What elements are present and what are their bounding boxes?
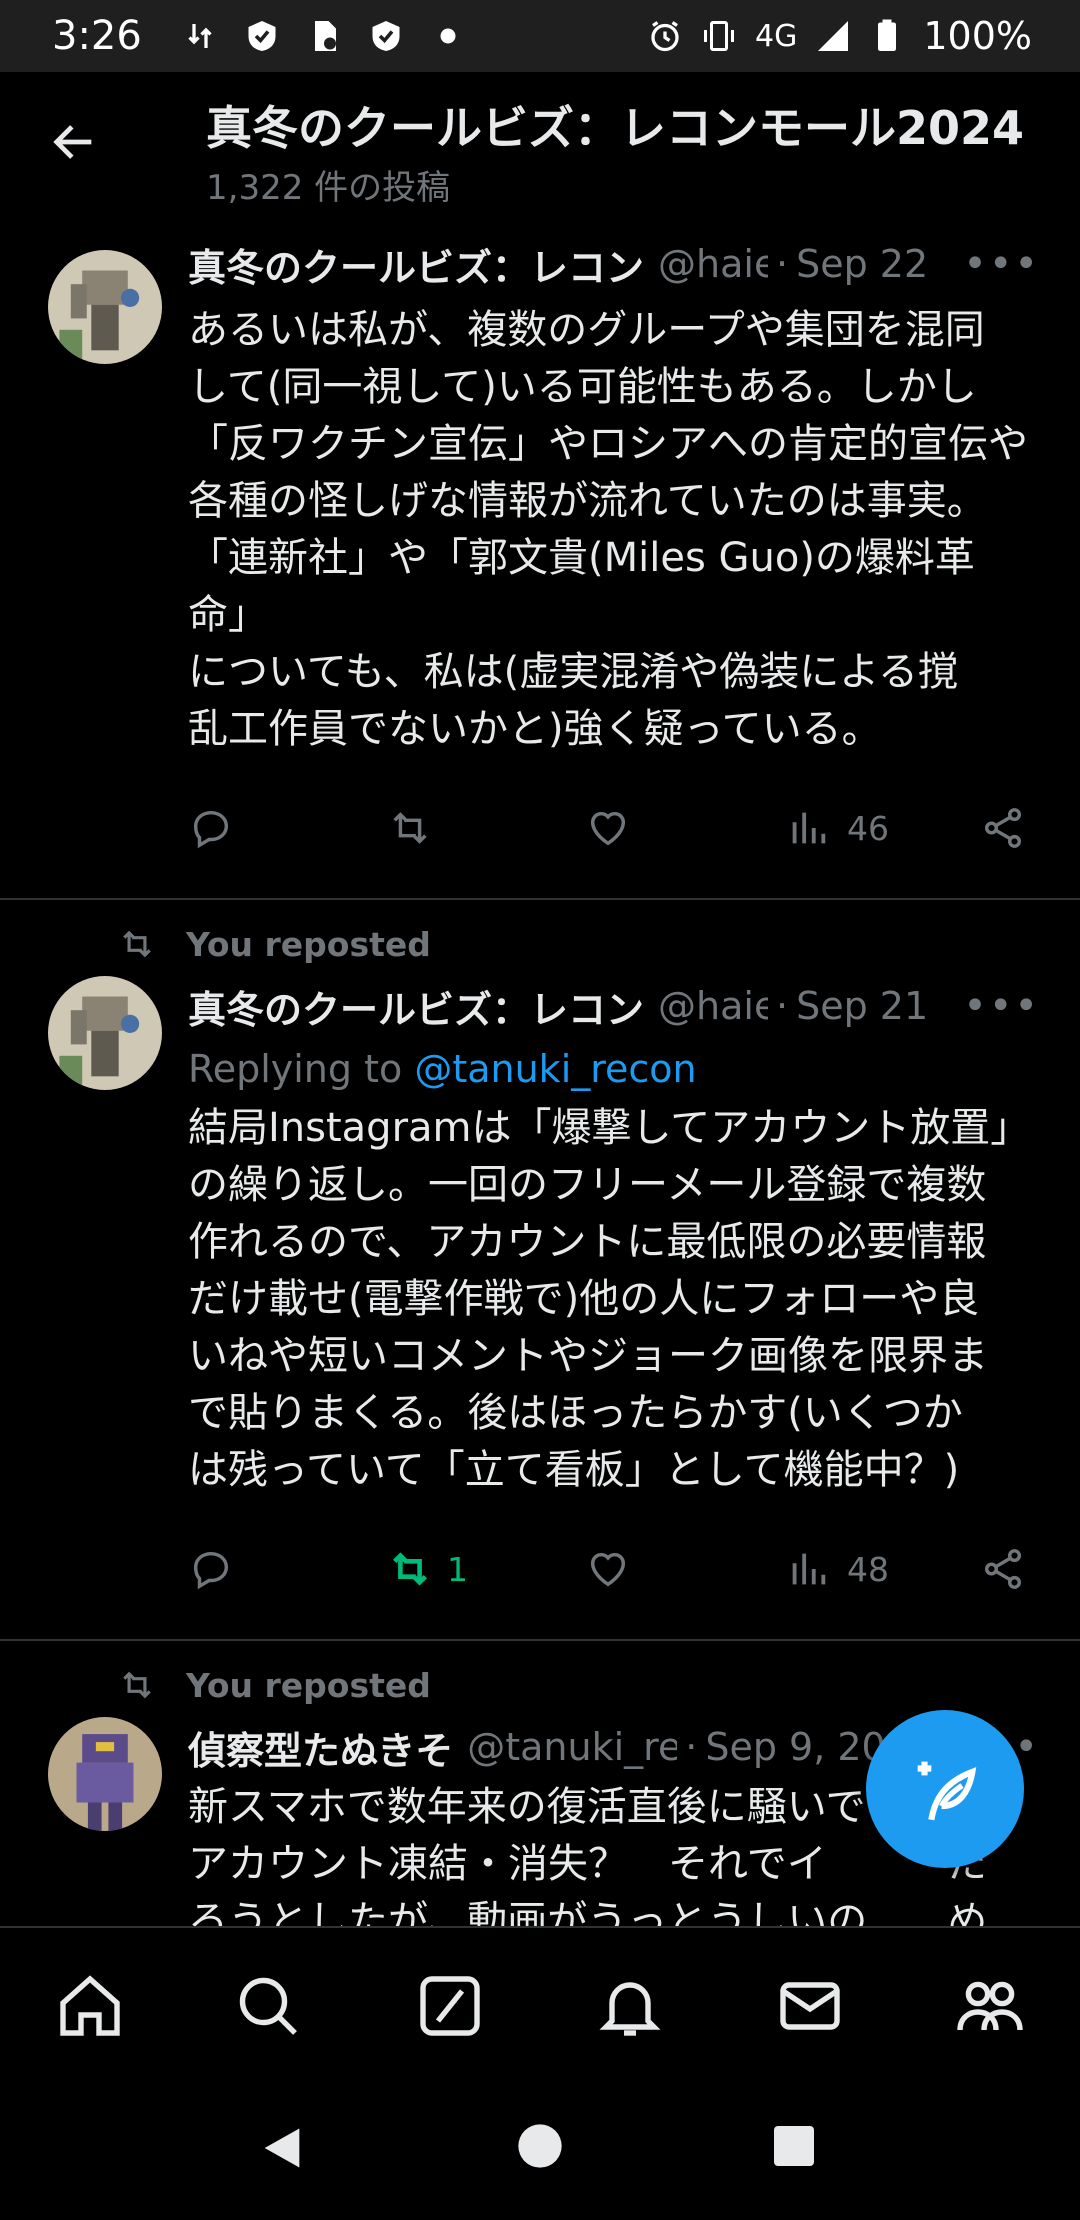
- heart-icon: [590, 811, 626, 846]
- reply-button[interactable]: [188, 1546, 234, 1592]
- messages-icon[interactable]: [774, 1970, 846, 2042]
- home-icon[interactable]: [54, 1970, 126, 2042]
- repost-button[interactable]: 1: [385, 1546, 468, 1592]
- sd-card-icon: [314, 21, 336, 51]
- post-date[interactable]: Sep 22: [796, 242, 928, 286]
- replying-to-link[interactable]: @tanuki_recon: [414, 1047, 696, 1091]
- heart-icon: [590, 1552, 626, 1587]
- grok-icon[interactable]: [414, 1970, 486, 2042]
- views-button[interactable]: 46: [785, 805, 889, 851]
- reply-icon: [193, 1551, 229, 1590]
- status-bar: 3:26 4G 100%: [0, 0, 1080, 72]
- separator: ·: [685, 1725, 698, 1769]
- back-arrow-icon[interactable]: [48, 116, 100, 168]
- views-button[interactable]: 48: [785, 1546, 889, 1592]
- post[interactable]: 真冬のクールビズ：レコン @haie · Sep 22 ••• あるいは私が、複…: [0, 212, 1080, 900]
- author-name[interactable]: 真冬のクールビズ：レコン: [188, 979, 644, 1034]
- post-meta: 真冬のクールビズ：レコン @haie · Sep 21 •••: [188, 974, 1040, 1038]
- shield-icon: [372, 21, 400, 51]
- nav-back-icon[interactable]: [256, 2120, 308, 2176]
- battery-percent: 100%: [923, 14, 1032, 58]
- post-text: あるいは私が、複数のグループや集団を混同 して(同一視して)いる可能性もある。し…: [188, 307, 1028, 752]
- post-count: 1,322 件の投稿: [206, 168, 451, 208]
- compose-post-button[interactable]: [866, 1710, 1024, 1868]
- more-options-icon[interactable]: •••: [963, 241, 1040, 287]
- page-title: 真冬のクールビズ：レコンモール2024: [206, 101, 1025, 155]
- network-type: 4G: [755, 18, 798, 54]
- post-meta: 真冬のクールビズ：レコン @haie · Sep 22 •••: [188, 232, 1040, 296]
- post[interactable]: You reposted 真冬のクールビズ：レコン @haie · Sep 21…: [0, 900, 1080, 1641]
- views-chart-icon: [792, 1553, 826, 1585]
- repost-label: You reposted: [186, 1665, 431, 1705]
- notifications-icon[interactable]: [594, 1970, 666, 2042]
- vibrate-icon: [704, 21, 735, 51]
- reply-button[interactable]: [188, 805, 234, 851]
- repost-icon: [393, 1552, 427, 1586]
- search-icon[interactable]: [232, 1970, 304, 2042]
- separator: ·: [776, 242, 789, 286]
- repost-icon: [123, 930, 151, 958]
- compose-feather-icon: [917, 1761, 977, 1821]
- nav-home-icon[interactable]: [514, 2120, 566, 2172]
- signal-icon: [818, 21, 849, 51]
- repost-indicator: You reposted: [0, 1655, 1080, 1715]
- repost-count: 1: [447, 1549, 468, 1589]
- timeline-feed[interactable]: 真冬のクールビズ：レコン @haie · Sep 22 ••• あるいは私が、複…: [0, 212, 1080, 1926]
- reply-icon: [193, 810, 229, 849]
- author-name[interactable]: 偵察型たぬきそ: [188, 1720, 453, 1775]
- alarm-icon: [651, 21, 679, 52]
- system-nav-bar: [0, 2076, 1080, 2220]
- share-icon: [984, 1549, 1022, 1589]
- post-date[interactable]: Sep 21: [796, 984, 928, 1028]
- like-button[interactable]: [585, 1546, 631, 1592]
- avatar[interactable]: [48, 250, 162, 364]
- avatar[interactable]: [48, 1717, 162, 1831]
- repost-button[interactable]: [385, 805, 435, 851]
- repost-icon: [393, 812, 427, 844]
- more-options-icon[interactable]: •••: [963, 983, 1040, 1029]
- avatar[interactable]: [48, 976, 162, 1090]
- author-name[interactable]: 真冬のクールビズ：レコン: [188, 237, 644, 292]
- post-text: 結局Instagramは「爆撃してアカウント放置」 の繰り返し。一回のフリーメー…: [188, 1105, 1031, 1493]
- nav-recents-icon[interactable]: [770, 2122, 818, 2170]
- page-header: 真冬のクールビズ：レコンモール2024 1,322 件の投稿: [0, 72, 1080, 212]
- views-chart-icon: [792, 812, 826, 844]
- repost-indicator: You reposted: [0, 914, 1080, 974]
- author-handle[interactable]: @haie: [658, 984, 768, 1028]
- status-time: 3:26: [52, 13, 142, 59]
- views-count: 46: [847, 808, 889, 848]
- data-arrows-icon: [188, 24, 212, 48]
- like-button[interactable]: [585, 805, 631, 851]
- communities-icon[interactable]: [954, 1970, 1026, 2042]
- separator: ·: [776, 984, 789, 1028]
- bottom-tab-bar: [0, 1926, 1080, 2078]
- share-icon: [984, 808, 1022, 848]
- author-handle[interactable]: @tanuki_re: [467, 1725, 677, 1769]
- replying-prefix: Replying to: [188, 1047, 403, 1091]
- notification-dot-icon: [440, 28, 456, 44]
- replying-to: Replying to @tanuki_recon: [188, 1038, 1040, 1100]
- share-button[interactable]: [980, 1546, 1026, 1592]
- battery-icon: [878, 19, 897, 51]
- repost-icon: [123, 1671, 151, 1699]
- shield-icon: [248, 21, 276, 51]
- views-count: 48: [847, 1549, 889, 1589]
- repost-label: You reposted: [186, 924, 431, 964]
- share-button[interactable]: [980, 805, 1026, 851]
- author-handle[interactable]: @haie: [658, 242, 768, 286]
